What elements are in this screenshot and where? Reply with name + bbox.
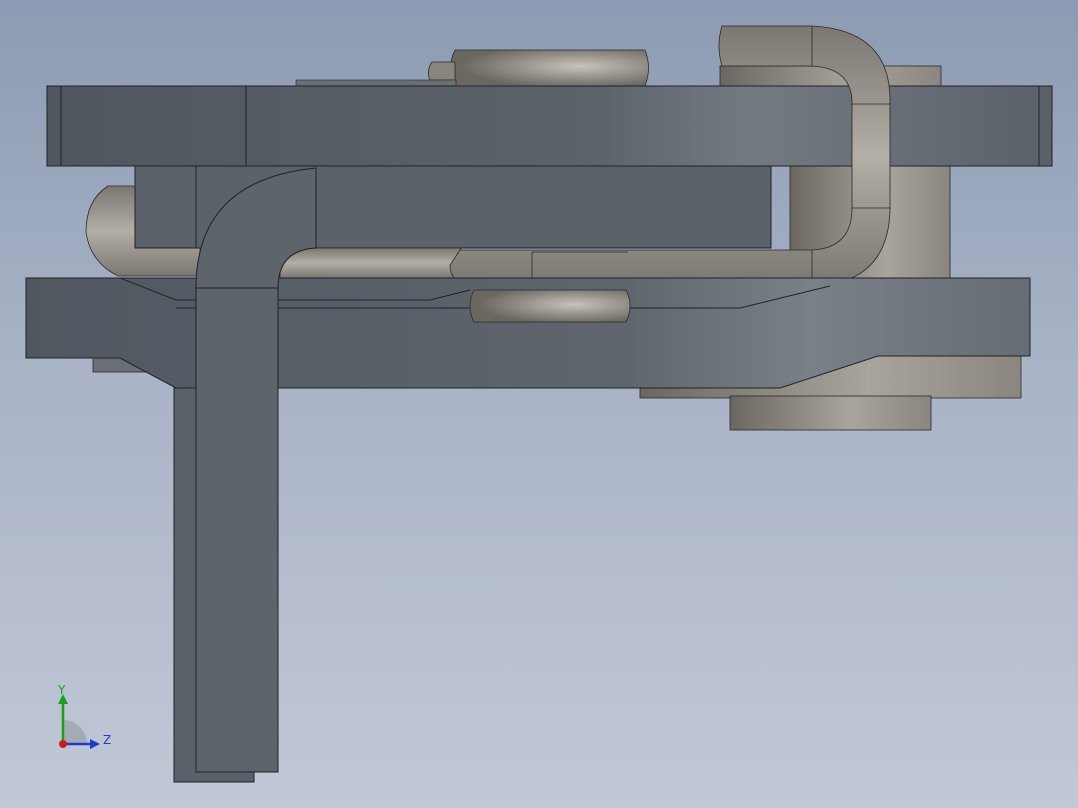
3d-viewport[interactable]: Y Z <box>0 0 1078 808</box>
chain-link-model[interactable] <box>0 0 1078 808</box>
top-link-plate[interactable] <box>46 85 1053 167</box>
triad-x-origin <box>59 740 67 748</box>
lower-pin-segment[interactable] <box>279 247 466 279</box>
bottom-boss-narrow[interactable] <box>729 395 932 431</box>
lower-roller[interactable] <box>469 289 631 323</box>
triad-y-label: Y <box>57 683 66 697</box>
triad-z-label: Z <box>103 733 111 747</box>
top-roller[interactable] <box>450 49 649 87</box>
orientation-triad: Y Z <box>57 683 111 749</box>
triad-quadrant <box>63 720 87 744</box>
top-roller-cap[interactable] <box>428 61 456 81</box>
triad-z-arrow <box>90 739 100 749</box>
